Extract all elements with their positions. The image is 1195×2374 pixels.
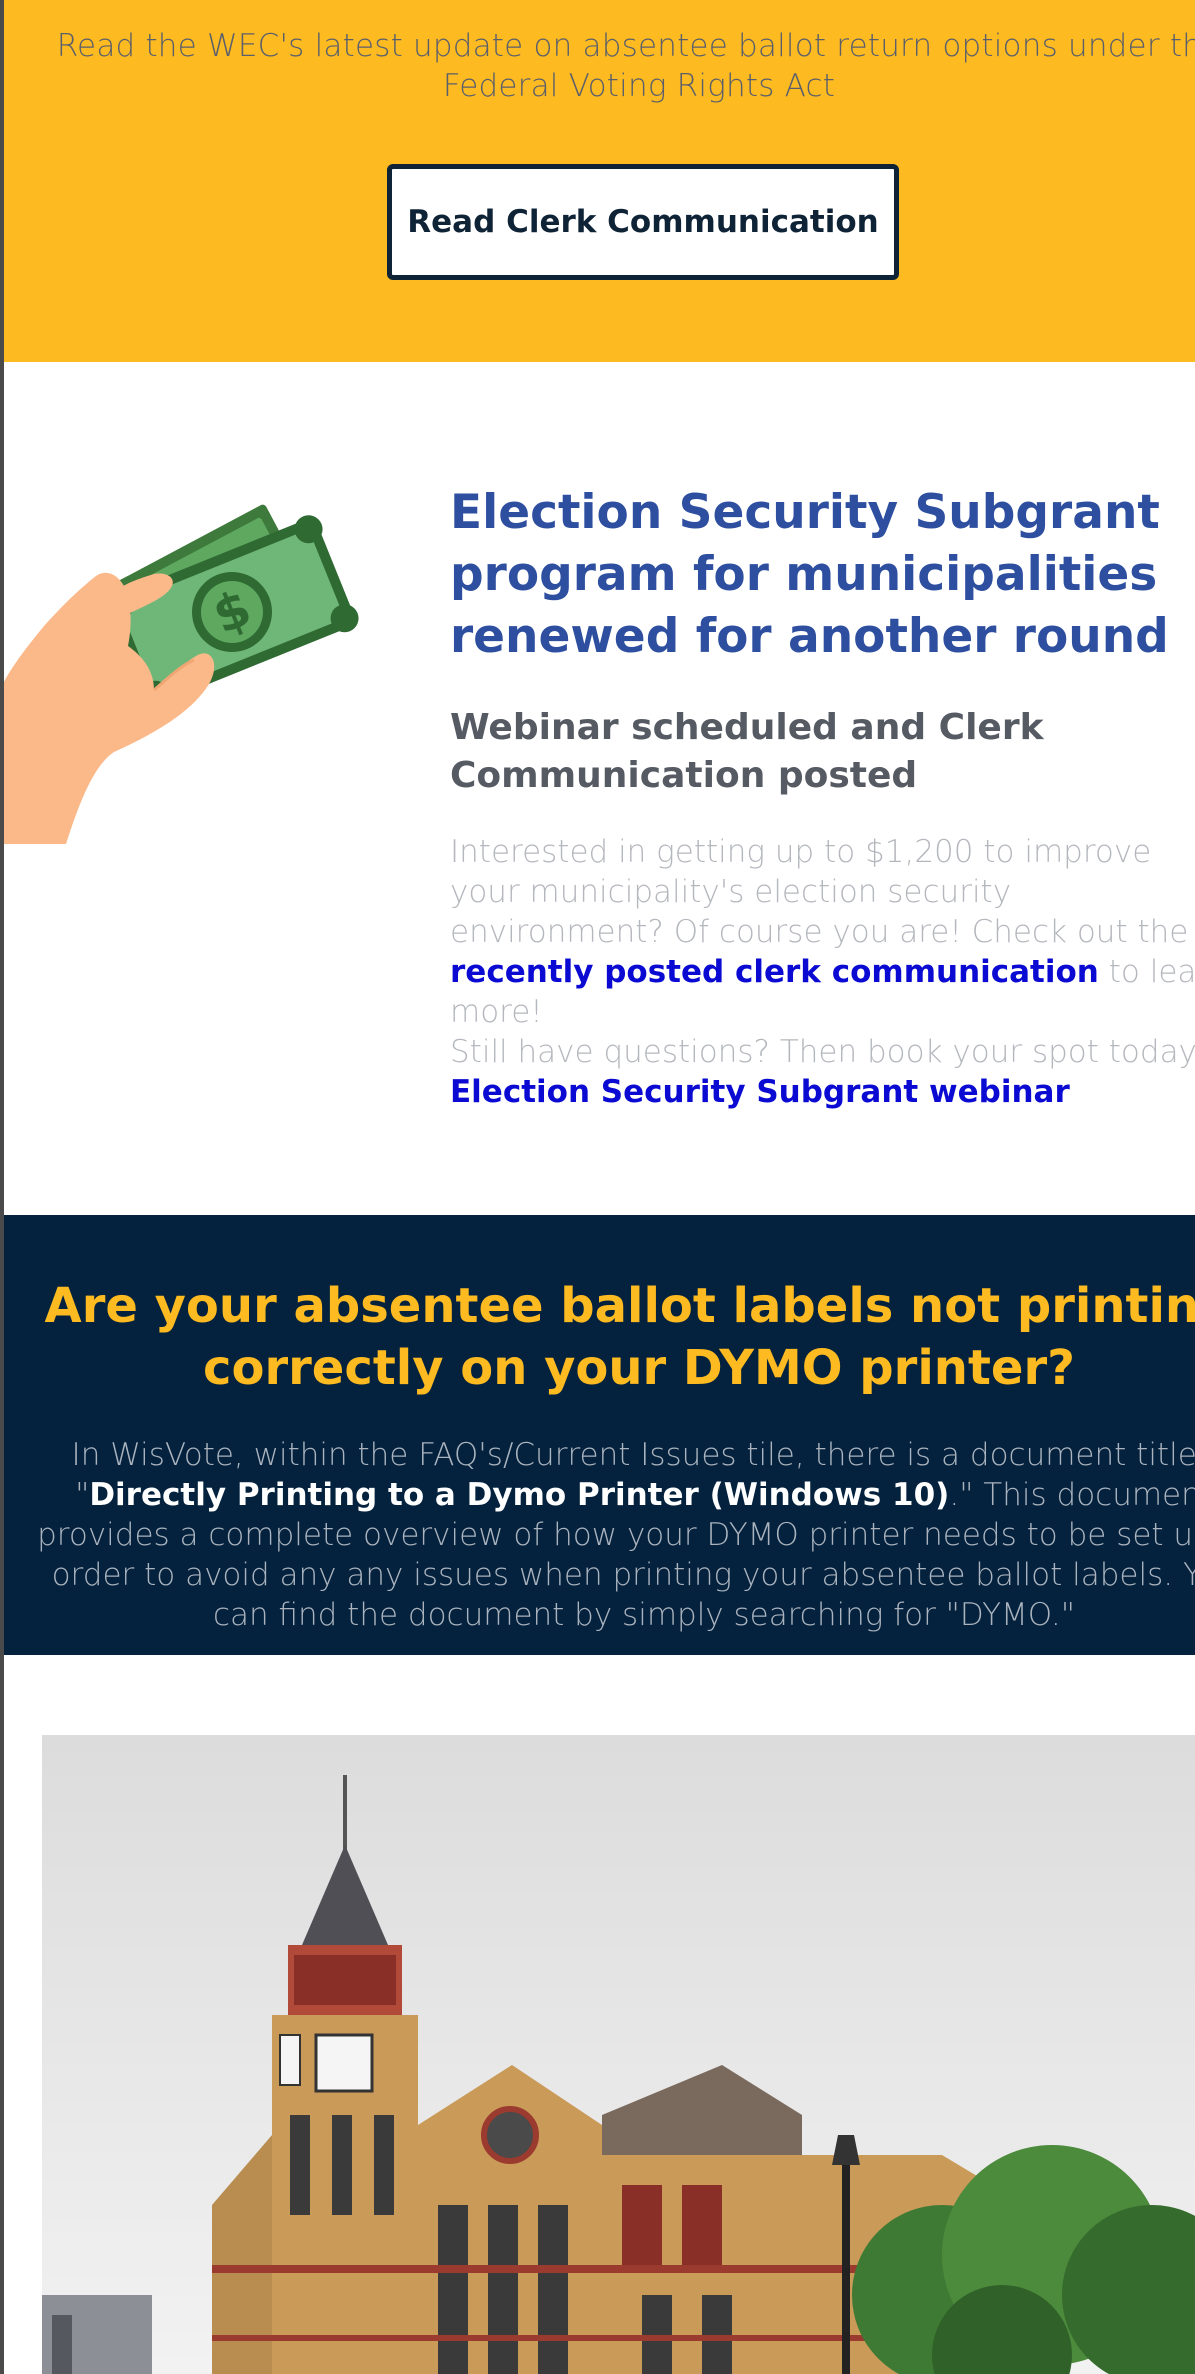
subgrant-paragraph-1: Interested in getting up to $1,200 to im… (450, 832, 1195, 1032)
subgrant-subtitle: Webinar scheduled and Clerk Communicatio… (450, 707, 1044, 796)
dymo-document-title: Directly Printing to a Dymo Printer (Win… (89, 1477, 950, 1513)
subgrant-paragraph-2-text: Still have questions? Then book your spo… (450, 1034, 1195, 1070)
recently-posted-clerk-communication-link[interactable]: recently posted clerk communication (450, 954, 1099, 990)
courthouse-photo (42, 1735, 1195, 2374)
read-clerk-communication-button[interactable]: Read Clerk Communication (387, 164, 899, 280)
dymo-printer-section: Are your absentee ballot labels not prin… (4, 1215, 1195, 1655)
banner-text: Read the WEC's latest update on absentee… (56, 28, 1195, 104)
subgrant-paragraph-1-text: Interested in getting up to $1,200 to im… (450, 834, 1189, 950)
hand-holding-money-icon: $ (4, 504, 359, 844)
subgrant-title: Election Security Subgrant program for m… (450, 485, 1169, 664)
dymo-title: Are your absentee ballot labels not prin… (44, 1278, 1195, 1396)
election-security-subgrant-webinar-link[interactable]: Election Security Subgrant webinar (450, 1074, 1070, 1110)
dymo-paragraph: In WisVote, within the FAQ's/Current Iss… (24, 1435, 1195, 1635)
page: Read the WEC's latest update on absentee… (4, 0, 1195, 2374)
subgrant-paragraph-2: Still have questions? Then book your spo… (450, 1032, 1195, 1112)
subgrant-section: $ Election Security Subgrant program for… (4, 362, 1195, 1215)
announcement-banner: Read the WEC's latest update on absentee… (4, 0, 1195, 362)
